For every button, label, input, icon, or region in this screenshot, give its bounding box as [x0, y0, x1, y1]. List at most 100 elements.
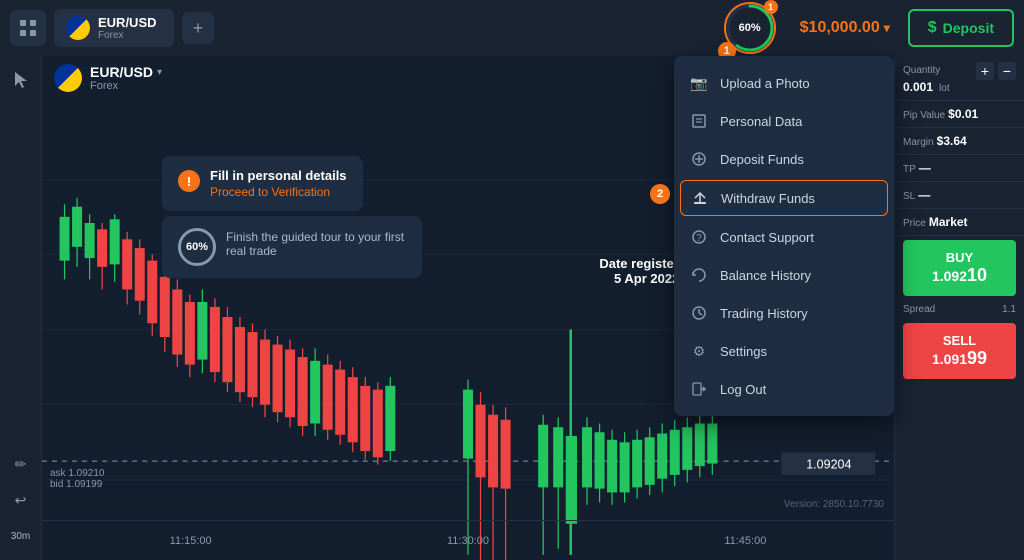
time-axis: 11:15:00 11:30:00 11:45:00 [42, 520, 894, 560]
price-label: Price [903, 218, 926, 229]
deposit-dollar-icon: $ [928, 19, 937, 37]
support-icon: ? [690, 228, 708, 246]
step2-badge: 2 [650, 184, 670, 204]
menu-item-contact-support[interactable]: ? Contact Support [674, 218, 894, 256]
deposit-icon [690, 150, 708, 168]
sl-label: SL [903, 191, 915, 202]
camera-icon: 📷 [690, 74, 708, 92]
grid-icon-btn[interactable] [10, 10, 46, 46]
bid-label: bid 1.09199 [50, 479, 105, 490]
menu-settings-label: Settings [720, 344, 767, 359]
svg-text:?: ? [696, 233, 702, 244]
balance-button[interactable]: $10,000.00 ▾ [790, 13, 900, 43]
menu-item-deposit[interactable]: Deposit Funds [674, 140, 894, 178]
menu-item-withdraw[interactable]: Withdraw Funds [680, 180, 888, 216]
margin-label: Margin [903, 137, 934, 148]
verification-card: ! Fill in personal details Proceed to Ve… [162, 156, 363, 211]
chart-pair-chevron[interactable]: ▾ [157, 67, 162, 78]
guided-tour-card: 60% Finish the guided tour to your first… [162, 216, 422, 278]
eur-usd-flag [66, 16, 90, 40]
chart-pair-sub: Forex [90, 80, 162, 92]
sidebar-undo-icon[interactable]: ↩ [7, 486, 35, 514]
chart-pair-name: EUR/USD [90, 64, 153, 80]
quantity-minus-btn[interactable]: − [998, 62, 1016, 80]
timeframe-label-icon[interactable]: 30m [7, 522, 35, 550]
deposit-label: Deposit [943, 20, 994, 36]
settings-icon: ⚙ [690, 342, 708, 360]
sidebar-pencil-icon[interactable]: ✏ [7, 450, 35, 478]
menu-contact-support-label: Contact Support [720, 230, 814, 245]
buy-button[interactable]: BUY 1.09210 [903, 240, 1016, 296]
menu-trading-history-label: Trading History [720, 306, 808, 321]
card-warning-subtitle: Proceed to Verification [210, 185, 347, 199]
quantity-row: Quantity + − 0.001 lot [895, 56, 1024, 101]
time-label-3: 11:45:00 [724, 535, 766, 547]
pip-value: $0.01 [948, 107, 978, 121]
sell-label: SELL [913, 333, 1006, 348]
quantity-unit: lot [939, 83, 950, 94]
spread-value: 1.1 [1002, 304, 1016, 315]
version-text: Version: 2850.10.7730 [784, 499, 884, 510]
price-row: Price Market [895, 209, 1024, 236]
sl-row: SL — [895, 182, 1024, 209]
right-panel: Quantity + − 0.001 lot Pip Value $0.01 M… [894, 56, 1024, 560]
tp-label: TP [903, 164, 916, 175]
topbar: EUR/USD Forex + 60% 1 1 $10,000.00 ▾ $ D… [0, 0, 1024, 56]
card-progress-desc: Finish the guided tour to your first rea… [226, 230, 406, 258]
add-tab-button[interactable]: + [182, 12, 214, 44]
chart-flag [54, 64, 82, 92]
buy-label: BUY [913, 250, 1006, 265]
progress-text: 60% [739, 22, 761, 34]
margin-row: Margin $3.64 [895, 128, 1024, 155]
tp-row: TP — [895, 155, 1024, 182]
menu-withdraw-label: Withdraw Funds [721, 191, 815, 206]
time-label-2: 11:30:00 [447, 535, 489, 547]
ask-label: ask 1.09210 [50, 468, 105, 479]
sell-button[interactable]: SELL 1.09199 [903, 323, 1016, 379]
logout-icon [690, 380, 708, 398]
balance-value: $10,000.00 [800, 19, 880, 37]
sell-price-small: 99 [967, 348, 987, 368]
quantity-plus-btn[interactable]: + [976, 62, 994, 80]
menu-item-personal-data[interactable]: Personal Data [674, 102, 894, 140]
progress-circle-container: 60% 1 1 [724, 2, 776, 54]
pip-label: Pip Value [903, 110, 945, 121]
buy-price-main: 1.092 [932, 268, 967, 284]
quantity-value: 0.001 [903, 80, 933, 94]
menu-item-trading-history[interactable]: Trading History [674, 294, 894, 332]
spread-row: Spread 1.1 [895, 300, 1024, 319]
svg-text:1.09204: 1.09204 [806, 458, 851, 472]
menu-balance-history-label: Balance History [720, 268, 811, 283]
menu-item-upload-photo[interactable]: 📷 Upload a Photo [674, 64, 894, 102]
menu-personal-data-label: Personal Data [720, 114, 802, 129]
margin-value: $3.64 [937, 134, 967, 148]
buy-price-small: 10 [967, 265, 987, 285]
menu-logout-label: Log Out [720, 382, 766, 397]
time-label-1: 11:15:00 [170, 535, 212, 547]
sidebar-cursor-icon[interactable] [7, 66, 35, 94]
withdraw-icon [691, 189, 709, 207]
menu-deposit-label: Deposit Funds [720, 152, 804, 167]
balance-history-icon [690, 266, 708, 284]
progress-circle-icon: 60% [178, 228, 216, 266]
sell-price-main: 1.091 [932, 351, 967, 367]
menu-item-settings[interactable]: ⚙ Settings [674, 332, 894, 370]
quantity-label: Quantity [903, 65, 940, 76]
deposit-button[interactable]: $ Deposit [908, 9, 1014, 47]
menu-item-balance-history[interactable]: Balance History [674, 256, 894, 294]
personal-data-icon [690, 112, 708, 130]
pip-row: Pip Value $0.01 [895, 101, 1024, 128]
spread-label: Spread [903, 304, 935, 315]
card-warning-title: Fill in personal details [210, 168, 347, 183]
warning-icon: ! [178, 170, 200, 192]
profile-dropdown-menu: 📷 Upload a Photo Personal Data Deposit F… [674, 56, 894, 416]
price-value: Market [929, 215, 968, 229]
pair-name: EUR/USD [98, 15, 157, 30]
sl-value: — [918, 188, 930, 202]
menu-item-logout[interactable]: Log Out [674, 370, 894, 408]
ask-bid-label: ask 1.09210 bid 1.09199 [50, 468, 105, 490]
tp-value: — [919, 161, 931, 175]
trading-history-icon [690, 304, 708, 322]
sidebar-left: ✏ ↩ 30m [0, 56, 42, 560]
pair-tab-eurusd[interactable]: EUR/USD Forex [54, 9, 174, 47]
